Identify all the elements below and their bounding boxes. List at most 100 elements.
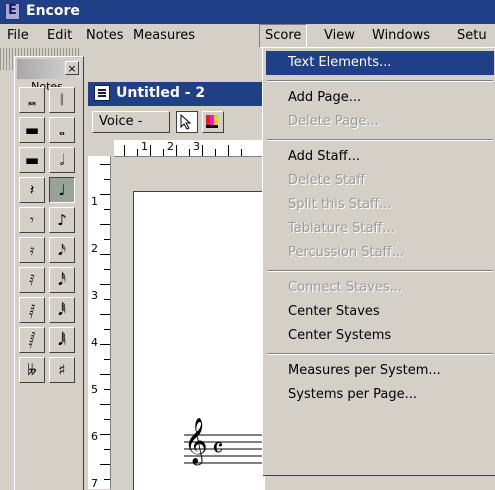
palette-titlebar[interactable]: × [17,59,81,79]
whole-note-button[interactable]: 𝅝 [49,117,75,143]
ruler-number: 5 [91,383,98,396]
menu-item-delete-staff[interactable]: Delete Staff [266,169,494,193]
document-icon[interactable] [94,85,110,101]
ruler-tick [104,329,110,330]
menu-separator [267,353,493,355]
ruler-tick [100,464,110,465]
ruler-tick [137,149,138,156]
ruler-tick [189,149,190,156]
ruler-tick [104,359,110,360]
menu-separator [267,80,493,82]
thirty-second-rest-button[interactable]: 𝅀 [19,267,45,293]
ruler-number: 6 [91,430,98,443]
ruler-tick [241,149,242,156]
menu-item-connect-staves[interactable]: Connect Staves... [266,276,494,300]
hundred-twenty-eighth-note-button[interactable]: 𝅘𝅥𝅲 [49,327,75,353]
ruler-tick [100,224,110,225]
ruler-tick [104,449,110,450]
horizontal-ruler: 1 2 3 [114,140,264,157]
quarter-note-button[interactable]: ♩ [49,177,75,203]
ruler-number: 4 [91,336,98,349]
ruler-number: 2 [167,140,174,153]
encore-app-icon[interactable] [5,3,20,20]
ruler-tick [104,209,110,210]
menu-item-split-this-staff[interactable]: Split this Staff... [266,193,494,217]
menu-file[interactable]: File [2,24,34,48]
thirty-second-note-button[interactable]: 𝅘𝅥𝅰 [49,267,75,293]
sixty-fourth-note-button[interactable]: 𝅘𝅥𝅱 [49,297,75,323]
menu-item-systems-per-page[interactable]: Systems per Page... [266,383,494,407]
cursor-arrow-icon [180,114,192,130]
palette-close-button[interactable]: × [65,61,79,75]
ruler-number: 7 [91,477,98,490]
menu-item-add-staff[interactable]: Add Staff... [266,145,494,169]
document-toolbar: Voice - [88,108,264,138]
arrow-tool-button[interactable] [176,111,198,133]
ruler-tick [100,164,110,165]
quarter-rest-button[interactable]: 𝄽 [19,177,45,203]
ruler-tick [100,314,110,315]
document-titlebar[interactable]: Untitled - 2 [88,82,264,106]
breve-note-button[interactable]: 𝅜 [19,87,45,113]
menu-measures[interactable]: Measures [128,24,200,48]
color-tool-button[interactable] [202,111,224,133]
document-window: Untitled - 2 Voice - 123 1234567 𝄞 𝄴 [86,80,265,490]
voice-select[interactable]: Voice - [92,111,170,133]
ruler-tick [104,479,110,480]
sixteenth-note-button[interactable]: 𝅘𝅥𝅯 [49,237,75,263]
hundred-twenty-eighth-rest-button[interactable]: 𝅂 [19,327,45,353]
sixty-fourth-rest-button[interactable]: 𝅁 [19,297,45,323]
whole-rest-button[interactable]: ▬ [19,117,45,143]
eighth-note-button[interactable]: ♪ [49,207,75,233]
score-page[interactable]: 𝄞 𝄴 [133,191,265,490]
notes-palette: × Notes 𝅜 𝄁 ▬ 𝅝 ▬ 𝅗𝅥 𝄽 ♩ 𝄾 ♪ 𝄿 𝅘𝅥𝅯 𝅀 𝅘𝅥𝅰 𝅁 𝅘𝅥𝅱 𝅂 𝅘𝅥𝅲 𝄫 ♯ [14,56,84,490]
menu-item-center-staves[interactable]: Center Staves [266,300,494,324]
ruler-tick [100,344,110,345]
menu-item-percussion-staff[interactable]: Percussion Staff... [266,241,494,265]
menu-setup[interactable]: Setu [452,24,492,48]
ruler-tick [104,239,110,240]
ruler-tick [163,149,164,156]
sixteenth-rest-button[interactable]: 𝄿 [19,237,45,263]
menu-view[interactable]: View [319,24,360,48]
menubar: File Edit Notes Measures Score View Wind… [0,24,495,48]
menu-item-measures-per-system[interactable]: Measures per System... [266,359,494,383]
half-rest-button[interactable]: ▬ [19,147,45,173]
eighth-rest-button[interactable]: 𝄾 [19,207,45,233]
ruler-tick [100,374,110,375]
ruler-tick [104,389,110,390]
menu-notes[interactable]: Notes [81,24,129,48]
ruler-tick [100,254,110,255]
sharp-button[interactable]: ♯ [49,357,75,383]
menu-separator [267,270,493,272]
ruler-number: 1 [141,140,148,153]
menu-windows[interactable]: Windows [367,24,435,48]
menu-score[interactable]: Score [259,24,308,48]
ruler-tick [100,404,110,405]
common-time-icon: 𝄴 [212,434,224,464]
document-title: Untitled - 2 [116,85,206,101]
menu-separator [267,139,493,141]
ruler-tick [215,149,216,156]
menu-item-center-systems[interactable]: Center Systems [266,324,494,348]
menu-item-delete-page[interactable]: Delete Page... [266,110,494,134]
menu-item-add-page[interactable]: Add Page... [266,86,494,110]
ruler-tick [104,179,110,180]
treble-clef-icon: 𝄞 [184,418,208,464]
app-title: Encore [26,3,80,19]
ruler-tick [124,145,125,156]
score-menu: Text Elements... Add Page... Delete Page..… [262,47,495,476]
double-flat-button[interactable]: 𝄫 [19,357,45,383]
ruler-number: 1 [91,195,98,208]
vertical-ruler: 1 2 3 4 5 6 7 [88,156,111,489]
ruler-tick [104,269,110,270]
half-note-button[interactable]: 𝅗𝅥 [49,147,75,173]
menu-edit[interactable]: Edit [42,24,77,48]
app-titlebar: Encore [0,0,495,24]
menu-item-tablature-staff[interactable]: Tablature Staff... [266,217,494,241]
menu-item-text-elements[interactable]: Text Elements... [266,51,494,75]
ruler-tick [228,145,229,156]
ruler-tick [100,194,110,195]
ruler-number: 2 [91,242,98,255]
double-whole-note-button[interactable]: 𝄁 [49,87,75,113]
